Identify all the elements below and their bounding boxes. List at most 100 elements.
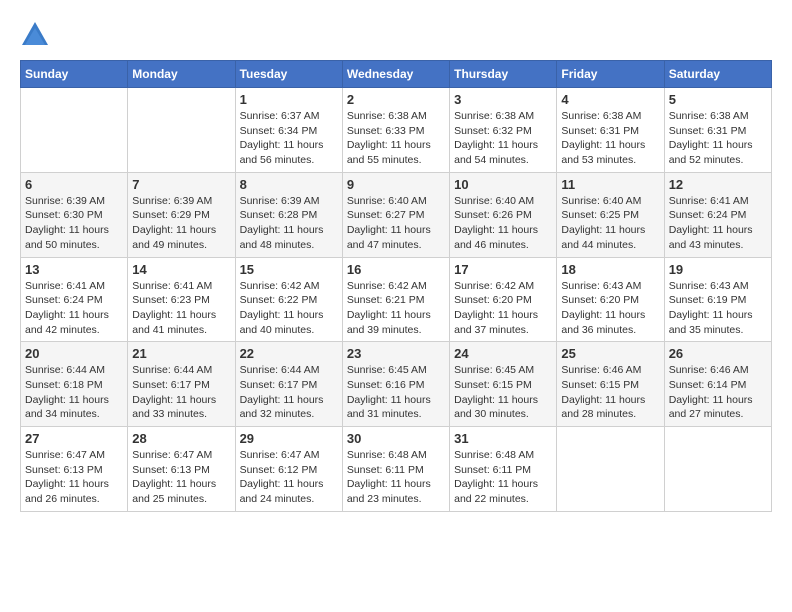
- day-info: Sunrise: 6:39 AM Sunset: 6:30 PM Dayligh…: [25, 194, 123, 253]
- calendar-cell: 26 Sunrise: 6:46 AM Sunset: 6:14 PM Dayli…: [664, 342, 771, 427]
- day-info: Sunrise: 6:45 AM Sunset: 6:15 PM Dayligh…: [454, 363, 552, 422]
- calendar-cell: 13 Sunrise: 6:41 AM Sunset: 6:24 PM Dayli…: [21, 257, 128, 342]
- calendar-cell: [128, 88, 235, 173]
- calendar-cell: [21, 88, 128, 173]
- calendar-cell: 22 Sunrise: 6:44 AM Sunset: 6:17 PM Dayli…: [235, 342, 342, 427]
- day-info: Sunrise: 6:46 AM Sunset: 6:15 PM Dayligh…: [561, 363, 659, 422]
- day-info: Sunrise: 6:47 AM Sunset: 6:12 PM Dayligh…: [240, 448, 338, 507]
- day-number: 31: [454, 431, 552, 446]
- calendar-cell: 18 Sunrise: 6:43 AM Sunset: 6:20 PM Dayli…: [557, 257, 664, 342]
- day-number: 27: [25, 431, 123, 446]
- day-info: Sunrise: 6:38 AM Sunset: 6:33 PM Dayligh…: [347, 109, 445, 168]
- calendar-cell: 3 Sunrise: 6:38 AM Sunset: 6:32 PM Daylig…: [450, 88, 557, 173]
- page-header: [20, 20, 772, 50]
- day-number: 19: [669, 262, 767, 277]
- calendar-cell: 2 Sunrise: 6:38 AM Sunset: 6:33 PM Daylig…: [342, 88, 449, 173]
- calendar-cell: 10Sunrise: 6:40 AM Sunset: 6:26 PM Dayli…: [450, 172, 557, 257]
- calendar-cell: 25 Sunrise: 6:46 AM Sunset: 6:15 PM Dayli…: [557, 342, 664, 427]
- day-info: Sunrise: 6:46 AM Sunset: 6:14 PM Dayligh…: [669, 363, 767, 422]
- day-number: 15: [240, 262, 338, 277]
- calendar-cell: 16 Sunrise: 6:42 AM Sunset: 6:21 PM Dayli…: [342, 257, 449, 342]
- calendar-week-3: 13 Sunrise: 6:41 AM Sunset: 6:24 PM Dayli…: [21, 257, 772, 342]
- calendar-week-4: 20 Sunrise: 6:44 AM Sunset: 6:18 PM Dayli…: [21, 342, 772, 427]
- calendar-week-5: 27 Sunrise: 6:47 AM Sunset: 6:13 PM Dayli…: [21, 427, 772, 512]
- day-number: 18: [561, 262, 659, 277]
- day-info: Sunrise: 6:40 AM Sunset: 6:27 PM Dayligh…: [347, 194, 445, 253]
- day-info: Sunrise: 6:42 AM Sunset: 6:20 PM Dayligh…: [454, 279, 552, 338]
- day-info: Sunrise: 6:41 AM Sunset: 6:24 PM Dayligh…: [669, 194, 767, 253]
- day-info: Sunrise: 6:42 AM Sunset: 6:22 PM Dayligh…: [240, 279, 338, 338]
- day-number: 21: [132, 346, 230, 361]
- day-number: 2: [347, 92, 445, 107]
- calendar-cell: 9Sunrise: 6:40 AM Sunset: 6:27 PM Daylig…: [342, 172, 449, 257]
- day-info: Sunrise: 6:38 AM Sunset: 6:32 PM Dayligh…: [454, 109, 552, 168]
- calendar-cell: 27 Sunrise: 6:47 AM Sunset: 6:13 PM Dayli…: [21, 427, 128, 512]
- day-info: Sunrise: 6:41 AM Sunset: 6:24 PM Dayligh…: [25, 279, 123, 338]
- calendar-cell: 12 Sunrise: 6:41 AM Sunset: 6:24 PM Dayli…: [664, 172, 771, 257]
- day-info: Sunrise: 6:44 AM Sunset: 6:17 PM Dayligh…: [132, 363, 230, 422]
- day-number: 5: [669, 92, 767, 107]
- calendar-cell: 30 Sunrise: 6:48 AM Sunset: 6:11 PM Dayli…: [342, 427, 449, 512]
- day-number: 17: [454, 262, 552, 277]
- day-number: 14: [132, 262, 230, 277]
- day-info: Sunrise: 6:39 AM Sunset: 6:29 PM Dayligh…: [132, 194, 230, 253]
- calendar-cell: 20 Sunrise: 6:44 AM Sunset: 6:18 PM Dayli…: [21, 342, 128, 427]
- day-info: Sunrise: 6:40 AM Sunset: 6:26 PM Dayligh…: [454, 194, 552, 253]
- calendar-cell: 4 Sunrise: 6:38 AM Sunset: 6:31 PM Daylig…: [557, 88, 664, 173]
- day-number: 20: [25, 346, 123, 361]
- day-number: 3: [454, 92, 552, 107]
- day-number: 4: [561, 92, 659, 107]
- day-info: Sunrise: 6:38 AM Sunset: 6:31 PM Dayligh…: [561, 109, 659, 168]
- calendar-cell: 14 Sunrise: 6:41 AM Sunset: 6:23 PM Dayli…: [128, 257, 235, 342]
- calendar-cell: 28 Sunrise: 6:47 AM Sunset: 6:13 PM Dayli…: [128, 427, 235, 512]
- day-number: 6: [25, 177, 123, 192]
- calendar-header-monday: Monday: [128, 61, 235, 88]
- calendar-header-thursday: Thursday: [450, 61, 557, 88]
- day-info: Sunrise: 6:47 AM Sunset: 6:13 PM Dayligh…: [132, 448, 230, 507]
- day-number: 1: [240, 92, 338, 107]
- day-info: Sunrise: 6:43 AM Sunset: 6:20 PM Dayligh…: [561, 279, 659, 338]
- calendar-cell: 31 Sunrise: 6:48 AM Sunset: 6:11 PM Dayli…: [450, 427, 557, 512]
- day-number: 11: [561, 177, 659, 192]
- calendar-cell: 11Sunrise: 6:40 AM Sunset: 6:25 PM Dayli…: [557, 172, 664, 257]
- calendar-week-1: 1 Sunrise: 6:37 AM Sunset: 6:34 PM Daylig…: [21, 88, 772, 173]
- day-info: Sunrise: 6:44 AM Sunset: 6:18 PM Dayligh…: [25, 363, 123, 422]
- calendar-header-saturday: Saturday: [664, 61, 771, 88]
- day-number: 8: [240, 177, 338, 192]
- calendar-header-friday: Friday: [557, 61, 664, 88]
- day-info: Sunrise: 6:44 AM Sunset: 6:17 PM Dayligh…: [240, 363, 338, 422]
- calendar-cell: 29Sunrise: 6:47 AM Sunset: 6:12 PM Dayli…: [235, 427, 342, 512]
- day-info: Sunrise: 6:43 AM Sunset: 6:19 PM Dayligh…: [669, 279, 767, 338]
- calendar-table: SundayMondayTuesdayWednesdayThursdayFrid…: [20, 60, 772, 512]
- day-number: 30: [347, 431, 445, 446]
- day-number: 12: [669, 177, 767, 192]
- calendar-week-2: 6 Sunrise: 6:39 AM Sunset: 6:30 PM Daylig…: [21, 172, 772, 257]
- calendar-header-sunday: Sunday: [21, 61, 128, 88]
- day-number: 25: [561, 346, 659, 361]
- calendar-cell: 7 Sunrise: 6:39 AM Sunset: 6:29 PM Daylig…: [128, 172, 235, 257]
- calendar-cell: [557, 427, 664, 512]
- day-info: Sunrise: 6:47 AM Sunset: 6:13 PM Dayligh…: [25, 448, 123, 507]
- day-info: Sunrise: 6:42 AM Sunset: 6:21 PM Dayligh…: [347, 279, 445, 338]
- calendar-cell: 23Sunrise: 6:45 AM Sunset: 6:16 PM Dayli…: [342, 342, 449, 427]
- day-info: Sunrise: 6:41 AM Sunset: 6:23 PM Dayligh…: [132, 279, 230, 338]
- day-number: 28: [132, 431, 230, 446]
- day-info: Sunrise: 6:37 AM Sunset: 6:34 PM Dayligh…: [240, 109, 338, 168]
- day-info: Sunrise: 6:48 AM Sunset: 6:11 PM Dayligh…: [347, 448, 445, 507]
- calendar-cell: 19 Sunrise: 6:43 AM Sunset: 6:19 PM Dayli…: [664, 257, 771, 342]
- day-number: 22: [240, 346, 338, 361]
- day-number: 26: [669, 346, 767, 361]
- day-number: 24: [454, 346, 552, 361]
- calendar-cell: 21 Sunrise: 6:44 AM Sunset: 6:17 PM Dayli…: [128, 342, 235, 427]
- calendar-cell: 15 Sunrise: 6:42 AM Sunset: 6:22 PM Dayli…: [235, 257, 342, 342]
- calendar-cell: 6 Sunrise: 6:39 AM Sunset: 6:30 PM Daylig…: [21, 172, 128, 257]
- day-number: 7: [132, 177, 230, 192]
- calendar-cell: 24 Sunrise: 6:45 AM Sunset: 6:15 PM Dayli…: [450, 342, 557, 427]
- day-number: 13: [25, 262, 123, 277]
- day-info: Sunrise: 6:38 AM Sunset: 6:31 PM Dayligh…: [669, 109, 767, 168]
- day-info: Sunrise: 6:48 AM Sunset: 6:11 PM Dayligh…: [454, 448, 552, 507]
- calendar-header-tuesday: Tuesday: [235, 61, 342, 88]
- logo-icon: [20, 20, 50, 50]
- logo: [20, 20, 54, 50]
- day-number: 16: [347, 262, 445, 277]
